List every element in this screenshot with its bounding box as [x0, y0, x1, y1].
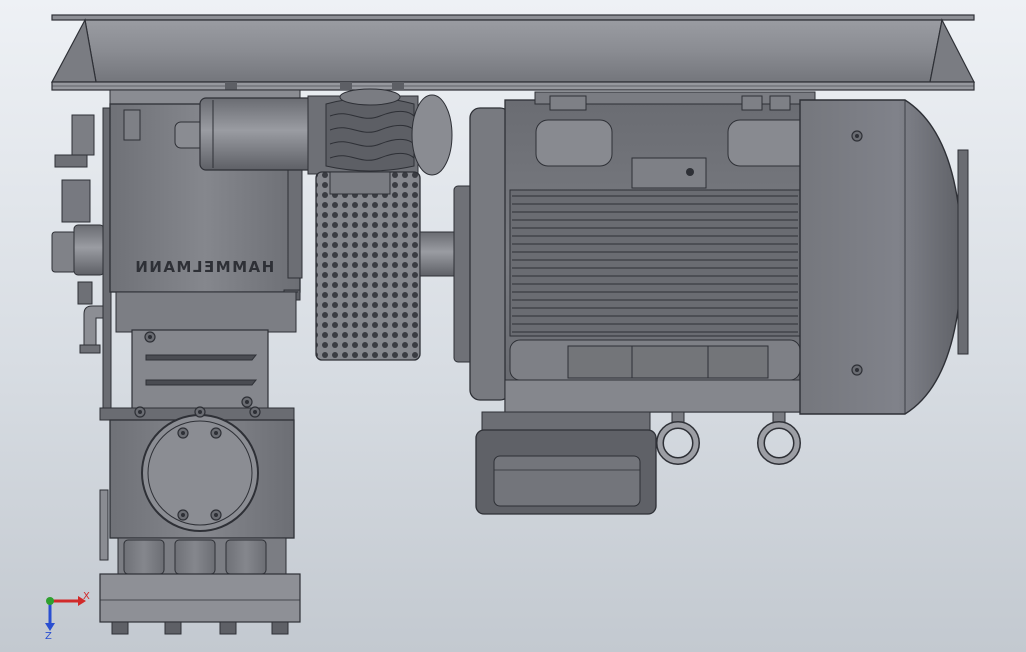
- y-axis-dot: [46, 597, 54, 605]
- cad-viewport[interactable]: HAMMELMANN X Z: [0, 0, 1026, 652]
- terminal-box: [475, 411, 657, 515]
- pump-plungers: [99, 537, 301, 635]
- pump-drive-block: [99, 291, 297, 421]
- main-motor: [453, 91, 817, 413]
- auxiliary-motor: [174, 88, 453, 176]
- motor-end-cap: [799, 99, 969, 415]
- view-orientation-triad[interactable]: X Z: [38, 585, 98, 640]
- pump-fittings: [51, 107, 112, 561]
- z-axis-label: Z: [45, 631, 52, 640]
- brand-label: HAMMELMANN: [134, 258, 274, 276]
- lifting-eyes: [656, 411, 801, 465]
- assembly-drawing: HAMMELMANN: [51, 14, 975, 635]
- z-axis-head: [45, 623, 55, 631]
- top-mounting-beam: [51, 14, 975, 91]
- pump-head: [109, 406, 295, 539]
- coupling-guard: [315, 171, 461, 361]
- x-axis-label: X: [83, 591, 90, 602]
